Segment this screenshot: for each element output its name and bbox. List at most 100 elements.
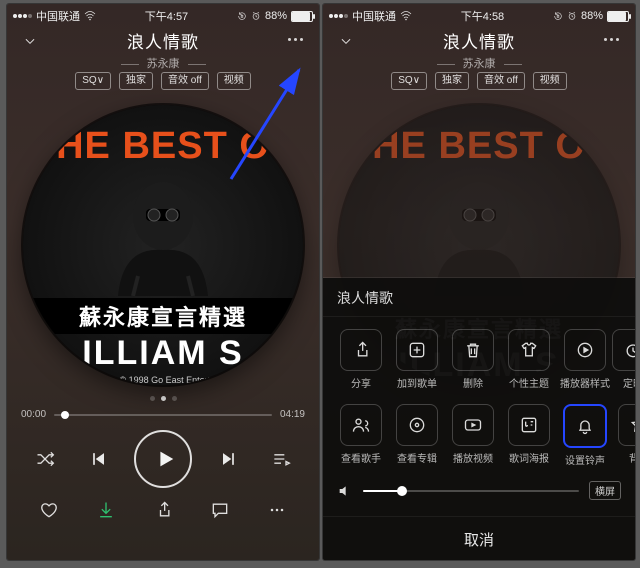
sheet-item-view-artist[interactable]: 查看歌手 xyxy=(333,404,389,467)
sheet-item-label: 个性主题 xyxy=(509,375,549,390)
orientation-lock-icon xyxy=(553,11,563,21)
sheet-item-label: 分享 xyxy=(351,375,371,390)
wifi-icon xyxy=(84,11,96,21)
album-art-area[interactable]: HE BEST O 蘇永康宣言精選 ILLIAM S re ℗ xyxy=(7,100,319,390)
album-portrait-icon xyxy=(88,176,238,296)
status-time: 下午4:58 xyxy=(461,8,504,24)
song-artist[interactable]: 苏永康 xyxy=(7,55,319,71)
collapse-button[interactable] xyxy=(337,32,355,50)
sheet-title: 浪人情歌 xyxy=(323,278,635,317)
queue-button[interactable] xyxy=(263,441,299,477)
status-bar: 中国联通 下午4:58 88% xyxy=(323,4,635,26)
battery-pct: 88% xyxy=(265,10,287,22)
sheet-item-background[interactable]: 背景 xyxy=(613,404,635,467)
next-button[interactable] xyxy=(210,441,246,477)
badge-video[interactable]: 视频 xyxy=(533,72,567,90)
volume-track[interactable] xyxy=(363,490,579,492)
sheet-row-1: 分享 加到歌单 删除 个性主题 xyxy=(333,329,625,390)
sheet-volume-row: 横屏 xyxy=(323,473,635,500)
album-text-top: HE BEST O xyxy=(372,125,586,168)
signal-dots-icon xyxy=(329,14,348,18)
quality-badges: SQ∨ 独家 音效 off 视频 xyxy=(7,72,319,90)
album-text-top: HE BEST O xyxy=(56,125,270,168)
status-bar: 中国联通 下午4:57 88% xyxy=(7,4,319,26)
song-artist[interactable]: 苏永康 xyxy=(323,55,635,71)
star-icon xyxy=(629,415,635,435)
lyrics-icon xyxy=(519,415,539,435)
sheet-item-add-to-playlist[interactable]: 加到歌单 xyxy=(389,329,445,390)
player-header: 浪人情歌 苏永康 xyxy=(7,26,319,66)
sheet-item-label: 背景 xyxy=(629,450,635,465)
badge-exclusive[interactable]: 独家 xyxy=(119,72,153,90)
sheet-cancel-button[interactable]: 取消 xyxy=(323,516,635,560)
player-header: 浪人情歌 苏永康 xyxy=(323,26,635,66)
collapse-button[interactable] xyxy=(21,32,39,50)
album-icon xyxy=(407,415,427,435)
share-icon xyxy=(351,340,371,360)
sheet-item-theme[interactable]: 个性主题 xyxy=(501,329,557,390)
progress-track[interactable] xyxy=(54,414,272,416)
artist-icon xyxy=(351,415,371,435)
tshirt-icon xyxy=(519,340,539,360)
action-sheet: 浪人情歌 分享 加到歌单 删除 xyxy=(323,278,635,560)
badge-sq[interactable]: SQ∨ xyxy=(75,72,111,90)
sheet-item-label: 播放器样式 xyxy=(560,375,610,390)
sheet-item-set-ringtone[interactable]: 设置铃声 xyxy=(557,404,613,467)
signal-dots-icon xyxy=(13,14,32,18)
time-elapsed: 00:00 xyxy=(21,409,46,420)
progress-thumb[interactable] xyxy=(61,411,69,419)
sheet-item-label: 歌词海报 xyxy=(509,450,549,465)
album-text-bottom: ILLIAM S xyxy=(82,334,243,373)
wifi-icon xyxy=(400,11,412,21)
sheet-item-label: 删除 xyxy=(463,375,483,390)
volume-thumb[interactable] xyxy=(397,486,407,496)
sheet-item-label: 播放视频 xyxy=(453,450,493,465)
sheet-row-2: 查看歌手 查看专辑 播放视频 歌词海报 xyxy=(333,404,625,467)
sheet-item-label: 查看专辑 xyxy=(397,450,437,465)
sheet-item-lyric-poster[interactable]: 歌词海报 xyxy=(501,404,557,467)
album-disc: HE BEST O 蘇永康宣言精選 ILLIAM S re ℗ xyxy=(23,105,303,385)
sheet-item-play-video[interactable]: 播放视频 xyxy=(445,404,501,467)
comment-button[interactable] xyxy=(204,494,236,526)
song-title: 浪人情歌 xyxy=(7,26,319,53)
sheet-item-delete[interactable]: 删除 xyxy=(445,329,501,390)
badge-sound-effect[interactable]: 音效 off xyxy=(161,72,209,90)
sheet-item-share[interactable]: 分享 xyxy=(333,329,389,390)
play-button[interactable] xyxy=(134,430,192,488)
like-button[interactable] xyxy=(33,494,65,526)
bottom-action-row xyxy=(7,488,319,530)
battery-pct: 88% xyxy=(581,10,603,22)
download-button[interactable] xyxy=(90,494,122,526)
song-title: 浪人情歌 xyxy=(323,26,635,53)
shuffle-button[interactable] xyxy=(27,441,63,477)
sheet-item-label: 定时 xyxy=(623,375,635,390)
prev-button[interactable] xyxy=(81,441,117,477)
landscape-toggle[interactable]: 横屏 xyxy=(589,481,621,500)
battery-icon xyxy=(607,11,629,22)
sheet-item-player-style[interactable]: 播放器样式 xyxy=(557,329,613,390)
sheet-item-label: 设置铃声 xyxy=(565,452,605,467)
bell-icon xyxy=(575,416,595,436)
sheet-item-label: 查看歌手 xyxy=(341,450,381,465)
player-style-icon xyxy=(575,340,595,360)
sheet-item-timer[interactable]: 定时 xyxy=(613,329,635,390)
badge-sq[interactable]: SQ∨ xyxy=(391,72,427,90)
status-time: 下午4:57 xyxy=(145,8,188,24)
more-button[interactable] xyxy=(282,34,309,45)
sheet-item-view-album[interactable]: 查看专辑 xyxy=(389,404,445,467)
video-icon xyxy=(463,415,483,435)
more-button[interactable] xyxy=(598,34,625,45)
left-screenshot: 中国联通 下午4:57 88% xyxy=(7,4,319,560)
more-bottom-button[interactable] xyxy=(261,494,293,526)
alarm-icon xyxy=(567,11,577,21)
quality-badges: SQ∨ 独家 音效 off 视频 xyxy=(323,72,635,90)
share-button[interactable] xyxy=(147,494,179,526)
alarm-icon xyxy=(251,11,261,21)
clock-icon xyxy=(623,340,635,360)
playback-controls xyxy=(7,430,319,488)
badge-sound-effect[interactable]: 音效 off xyxy=(477,72,525,90)
time-total: 04:19 xyxy=(280,409,305,420)
carrier-label: 中国联通 xyxy=(36,8,80,24)
badge-exclusive[interactable]: 独家 xyxy=(435,72,469,90)
badge-video[interactable]: 视频 xyxy=(217,72,251,90)
